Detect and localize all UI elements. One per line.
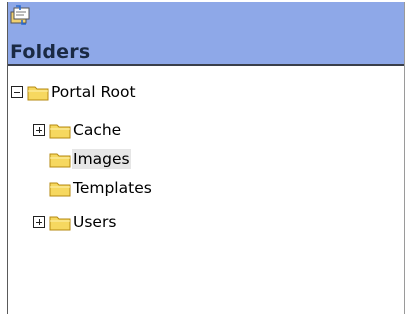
folder-icon: [49, 216, 71, 231]
tree-node-images[interactable]: Images: [49, 145, 131, 173]
tree-node-cache[interactable]: Cache: [33, 116, 122, 144]
tree-node-label[interactable]: Images: [72, 149, 131, 169]
expand-toggle-icon[interactable]: [33, 124, 45, 136]
expand-toggle-icon[interactable]: [33, 216, 45, 228]
folder-icon: [49, 153, 71, 168]
folder-sync-icon: [10, 5, 30, 25]
tree-node-users[interactable]: Users: [33, 208, 117, 236]
folder-icon: [27, 86, 49, 101]
panel-title: Folders: [10, 41, 91, 63]
folder-icon: [49, 182, 71, 197]
folder-tree: Portal Root Cache Images Templates Users: [8, 66, 404, 314]
tree-node-label[interactable]: Cache: [72, 120, 122, 140]
tree-node-label[interactable]: Templates: [72, 178, 153, 198]
tree-node-templates[interactable]: Templates: [49, 174, 153, 202]
folder-icon: [49, 124, 71, 139]
panel-header: Folders: [8, 2, 404, 66]
tree-node-label[interactable]: Portal Root: [50, 82, 137, 102]
folders-panel: Folders Portal Root Cache Images Templat…: [7, 2, 405, 314]
tree-node-portal-root[interactable]: Portal Root: [11, 78, 137, 106]
collapse-toggle-icon[interactable]: [11, 86, 23, 98]
tree-node-label[interactable]: Users: [72, 212, 117, 232]
